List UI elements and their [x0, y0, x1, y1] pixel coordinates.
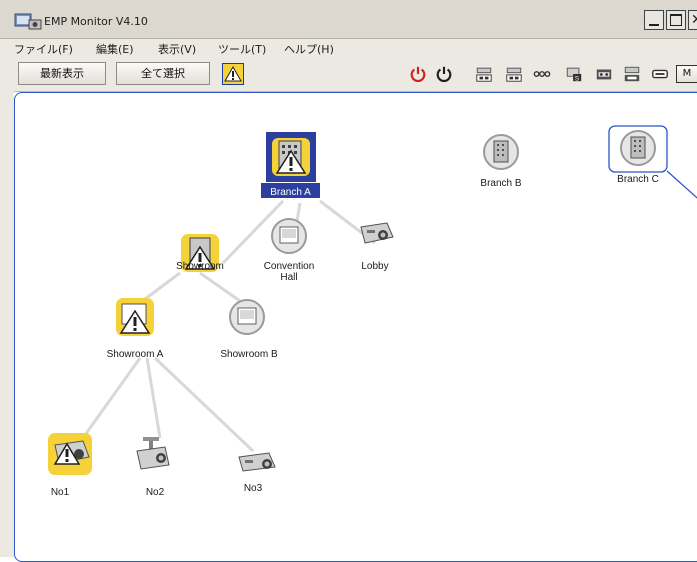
node-no1[interactable]: [48, 433, 92, 475]
lobby-label: Lobby: [361, 261, 389, 272]
node-convention-hall[interactable]: [271, 218, 307, 254]
showroom-label: Showroom: [176, 261, 224, 272]
group-tree: [48, 125, 697, 475]
power-off-icon[interactable]: [434, 65, 454, 83]
select-all-button[interactable]: 全て選択: [116, 62, 210, 85]
node-showroom-b[interactable]: [229, 299, 265, 335]
close-icon: ✕: [691, 12, 697, 28]
monitor-canvas[interactable]: Branch A Branch B Branch C Showroom Conv…: [14, 92, 697, 562]
node-no2[interactable]: [136, 437, 170, 470]
menu-tools[interactable]: ツール(T): [218, 41, 266, 57]
maximize-button[interactable]: [666, 10, 686, 30]
menu-bar: ファイル(F) 編集(E) 表示(V) ツール(T) ヘルプ(H): [0, 39, 697, 57]
hdmi-input-icon[interactable]: [650, 65, 670, 83]
menu-view[interactable]: 表示(V): [158, 41, 196, 57]
menu-help[interactable]: ヘルプ(H): [284, 41, 334, 57]
power-on-icon[interactable]: [408, 65, 428, 83]
showroom-a-label: Showroom A: [106, 349, 164, 360]
refresh-button[interactable]: 最新表示: [18, 62, 106, 85]
node-no3[interactable]: [238, 452, 276, 472]
toolbar: 最新表示 全て選択 S M: [0, 57, 697, 92]
menu-edit[interactable]: 編集(E): [96, 41, 134, 57]
minimize-button[interactable]: [644, 10, 664, 30]
app-icon: [14, 13, 42, 30]
no3-label: No3: [243, 483, 263, 494]
branch-a-label: Branch A: [270, 187, 311, 198]
title-bar: EMP Monitor V4.10 ✕: [0, 0, 697, 39]
minimize-icon: [649, 24, 659, 26]
computer-input-1-icon[interactable]: [474, 65, 494, 83]
node-lobby[interactable]: [360, 222, 394, 244]
node-branch-b[interactable]: [483, 134, 519, 170]
no1-label: No1: [50, 487, 70, 498]
m-button[interactable]: M: [676, 65, 697, 83]
computer-input-2-icon[interactable]: [504, 65, 524, 83]
network-input-icon[interactable]: [622, 65, 642, 83]
svg-text:S: S: [575, 75, 579, 82]
maximize-icon: [670, 14, 682, 26]
s-video-input-icon[interactable]: S: [564, 65, 584, 83]
node-branch-c[interactable]: [608, 125, 668, 173]
no2-label: No2: [145, 487, 165, 498]
branch-b-label: Branch B: [480, 178, 522, 189]
close-button[interactable]: ✕: [688, 10, 697, 30]
showroom-b-label: Showroom B: [220, 349, 278, 360]
node-showroom-a[interactable]: [116, 298, 154, 336]
branch-c-label: Branch C: [617, 174, 659, 185]
window-title: EMP Monitor V4.10: [44, 15, 148, 28]
convention-hall-label: Convention Hall: [263, 261, 315, 283]
warning-filter-icon[interactable]: [222, 63, 244, 85]
menu-file[interactable]: ファイル(F): [14, 41, 73, 57]
video-device-icon[interactable]: [594, 65, 614, 83]
left-border-strip: [0, 57, 14, 557]
video-input-icon[interactable]: [532, 65, 552, 83]
